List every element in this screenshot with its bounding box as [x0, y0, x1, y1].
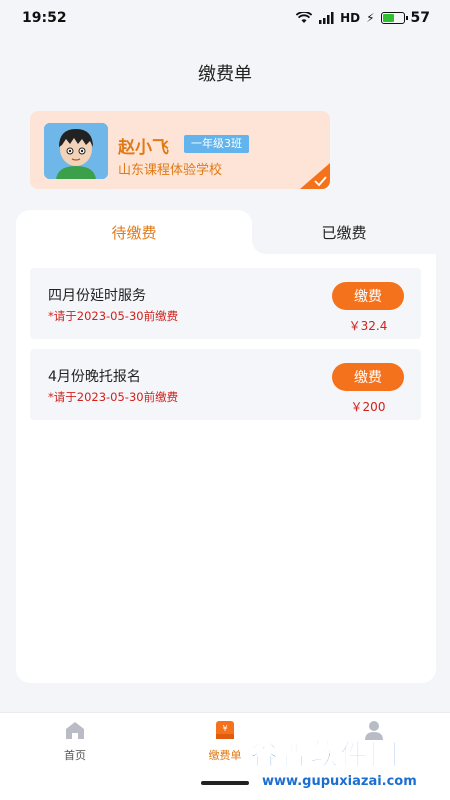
home-icon	[66, 722, 84, 739]
fee-amount: ￥200	[350, 400, 386, 414]
checkmark-icon	[300, 163, 330, 189]
tab-paid[interactable]: 已缴费	[252, 210, 436, 254]
fee-title: 4月份晚托报名	[48, 369, 141, 385]
home-indicator[interactable]	[201, 781, 249, 785]
hd-icon: HD	[340, 11, 361, 25]
fee-due-date: *请于2023-05-30前缴费	[48, 309, 179, 323]
fee-amount: ￥32.4	[348, 319, 388, 333]
school-name: 山东课程体验学校	[118, 163, 223, 178]
charging-icon: ⚡	[366, 11, 375, 25]
pay-button[interactable]: 缴费	[332, 363, 404, 391]
class-badge: 一年级3班	[184, 135, 249, 153]
status-icons: HD ⚡ 57	[296, 10, 430, 26]
battery-icon	[380, 12, 408, 24]
page-title: 缴费单	[198, 64, 252, 85]
nav-label-home: 首页	[64, 749, 86, 762]
pay-button[interactable]: 缴费	[332, 282, 404, 310]
fee-tabs: 待缴费 已缴费	[16, 210, 436, 254]
fee-item[interactable]: 四月份延时服务 *请于2023-05-30前缴费 缴费 ￥32.4	[30, 268, 421, 339]
fee-title: 四月份延时服务	[48, 288, 146, 304]
fee-item[interactable]: 4月份晚托报名 *请于2023-05-30前缴费 缴费 ￥200	[30, 349, 421, 420]
fee-due-date: *请于2023-05-30前缴费	[48, 390, 179, 404]
fees-panel: 待缴费 已缴费 四月份延时服务 *请于2023-05-30前缴费 缴费 ￥32.…	[16, 210, 436, 683]
avatar-illustration	[44, 123, 108, 179]
bill-icon: ¥	[216, 721, 234, 739]
status-time: 19:52	[22, 10, 67, 26]
student-name: 赵小飞	[118, 138, 169, 158]
signal-icon	[319, 12, 334, 24]
tab-unpaid[interactable]: 待缴费	[16, 210, 266, 254]
student-avatar	[44, 123, 108, 179]
watermark-logo: 谷普软件园 www.gupuxiazai.com	[240, 738, 450, 800]
status-bar: 19:52 HD ⚡ 57	[0, 0, 450, 36]
nav-item-home[interactable]: 首页	[35, 719, 115, 763]
watermark-title: 谷普软件园	[249, 738, 401, 772]
battery-level: 57	[410, 10, 430, 26]
watermark-url: www.gupuxiazai.com	[262, 774, 417, 789]
wifi-icon	[296, 12, 313, 23]
svg-text:¥: ¥	[222, 724, 227, 733]
student-profile-card[interactable]: 赵小飞 一年级3班 山东课程体验学校	[30, 111, 330, 189]
